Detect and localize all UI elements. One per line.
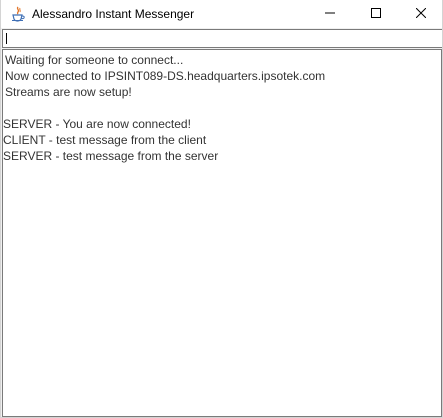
close-icon — [415, 5, 427, 23]
window-title: Alessandro Instant Messenger — [32, 7, 195, 21]
title-bar[interactable]: Alessandro Instant Messenger — [1, 0, 442, 28]
maximize-button[interactable] — [353, 0, 399, 28]
messenger-window: Alessandro Instant Messenger Waiting for… — [0, 0, 443, 418]
chat-line: SERVER - test message from the server — [3, 149, 219, 163]
chat-line: CLIENT - test message from the client — [3, 133, 207, 147]
minimize-button[interactable] — [307, 0, 353, 28]
maximize-icon — [371, 5, 381, 23]
chat-line: Waiting for someone to connect... — [5, 53, 184, 67]
text-caret — [6, 33, 7, 44]
minimize-icon — [325, 5, 335, 23]
chat-log[interactable]: Waiting for someone to connect... Now co… — [2, 49, 442, 417]
chat-line: Now connected to IPSINT089-DS.headquarte… — [5, 69, 326, 83]
chat-line: SERVER - You are now connected! — [3, 117, 191, 131]
message-input[interactable] — [3, 30, 442, 47]
message-input-field[interactable] — [2, 29, 442, 48]
close-button[interactable] — [398, 0, 442, 28]
chat-line: Streams are now setup! — [5, 85, 132, 99]
java-cup-icon — [10, 6, 26, 22]
